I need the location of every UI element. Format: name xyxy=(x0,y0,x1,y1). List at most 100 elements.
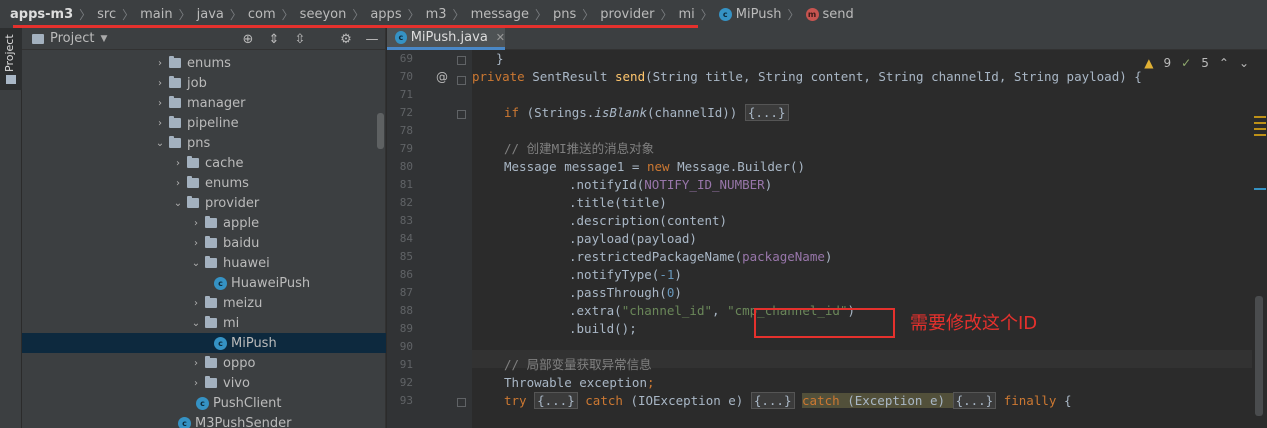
breadcrumb-label: java xyxy=(196,6,224,22)
breadcrumb-item[interactable]: provider xyxy=(600,7,654,22)
tree-item[interactable]: › oppo xyxy=(22,353,386,373)
tree-item[interactable]: ⌄ pns xyxy=(22,133,386,153)
project-tool-tab[interactable]: Project xyxy=(0,28,22,90)
tree-item[interactable]: c M3PushSender xyxy=(22,413,386,428)
breadcrumb-item[interactable]: src xyxy=(97,7,116,22)
folder-icon xyxy=(205,256,217,268)
breadcrumb-label: src xyxy=(97,6,117,22)
tree-item[interactable]: c HuaweiPush xyxy=(22,273,386,293)
code-line: Message message1 = new Message.Builder() xyxy=(504,159,806,174)
warning-marker[interactable] xyxy=(1254,122,1266,124)
scrollbar-thumb[interactable] xyxy=(1255,296,1263,416)
warning-marker[interactable] xyxy=(1254,116,1266,118)
tree-item[interactable]: › vivo xyxy=(22,373,386,393)
override-annotation-icon[interactable]: @ xyxy=(436,70,448,84)
code-area[interactable]: } private SentResult send(String title, … xyxy=(472,50,1252,428)
gear-icon[interactable]: ⚙ xyxy=(333,32,359,47)
tree-item[interactable]: › cache xyxy=(22,153,386,173)
chevron-down-icon[interactable]: ⌄ xyxy=(190,318,202,329)
breadcrumb-item[interactable]: pns xyxy=(553,7,576,22)
tree-item[interactable]: › job xyxy=(22,73,386,93)
tree-item-label: HuaweiPush xyxy=(231,275,311,291)
chevron-down-icon[interactable]: ⌄ xyxy=(172,198,184,209)
weak-warning-icon: ✓ xyxy=(1181,56,1192,70)
breadcrumb-item[interactable]: m send xyxy=(805,7,854,22)
breadcrumb-label: MiPush xyxy=(735,6,782,22)
line-number: 70 xyxy=(399,70,413,83)
chevron-down-icon[interactable]: ⌄ xyxy=(154,138,166,149)
breadcrumb-item[interactable]: mi xyxy=(678,7,694,22)
chevron-right-icon[interactable]: › xyxy=(154,98,166,109)
locate-icon[interactable]: ⊕ xyxy=(235,32,261,47)
folded-region[interactable]: {...} xyxy=(744,104,789,121)
tree-item[interactable]: ⌄ provider xyxy=(22,193,386,213)
breadcrumb-separator-icon: 〉 xyxy=(787,7,800,22)
chevron-right-icon[interactable]: › xyxy=(190,238,202,249)
fold-toggle-icon[interactable] xyxy=(457,56,466,65)
breadcrumb-item[interactable]: com xyxy=(248,7,276,22)
chevron-right-icon[interactable]: › xyxy=(190,378,202,389)
line-number: 84 xyxy=(399,232,413,245)
warning-marker[interactable] xyxy=(1254,134,1266,136)
breadcrumb-item[interactable]: apps-m3 xyxy=(10,7,73,22)
tree-item-label: provider xyxy=(205,195,260,211)
chevron-up-icon[interactable]: ⌃ xyxy=(1219,56,1229,70)
chevron-right-icon[interactable]: › xyxy=(154,78,166,89)
tree-item[interactable]: › pipeline xyxy=(22,113,386,133)
tree-item[interactable]: › apple xyxy=(22,213,386,233)
error-stripe[interactable] xyxy=(1252,58,1267,428)
tree-item[interactable]: ⌄ mi xyxy=(22,313,386,333)
chevron-right-icon[interactable]: › xyxy=(190,298,202,309)
line-number: 71 xyxy=(399,88,413,101)
project-panel-title[interactable]: Project xyxy=(50,31,94,46)
info-marker[interactable] xyxy=(1254,188,1266,190)
tree-item[interactable]: › baidu xyxy=(22,233,386,253)
minimize-icon[interactable]: — xyxy=(359,32,385,47)
collapse-all-icon[interactable]: ⇳ xyxy=(287,32,313,47)
breadcrumb-item[interactable]: m3 xyxy=(426,7,447,22)
chevron-right-icon[interactable]: › xyxy=(154,118,166,129)
chevron-down-icon[interactable]: ▼ xyxy=(100,34,107,44)
scrollbar-thumb[interactable] xyxy=(377,113,384,149)
tab-mipush-java[interactable]: c MiPush.java ✕ xyxy=(387,28,505,50)
folder-icon xyxy=(187,176,199,188)
tree-item[interactable]: › meizu xyxy=(22,293,386,313)
tree-item-label: M3PushSender xyxy=(195,415,292,428)
chevron-down-icon[interactable]: ⌄ xyxy=(190,258,202,269)
breadcrumb-label: com xyxy=(247,6,276,22)
chevron-right-icon[interactable]: › xyxy=(190,358,202,369)
chevron-right-icon[interactable]: › xyxy=(172,178,184,189)
folder-icon xyxy=(205,296,217,308)
tree-item[interactable]: c MiPush xyxy=(22,333,386,353)
tree-item[interactable]: › manager xyxy=(22,93,386,113)
tree-item-label: MiPush xyxy=(231,335,277,351)
breadcrumb-item[interactable]: java xyxy=(197,7,224,22)
inspection-widget[interactable]: ▲ 9 ✓ 5 ⌃ ⌄ xyxy=(1144,56,1249,70)
breadcrumb-item[interactable]: seeyon xyxy=(300,7,347,22)
fold-toggle-icon[interactable] xyxy=(457,110,466,119)
close-icon[interactable]: ✕ xyxy=(496,31,505,44)
tree-item[interactable]: ⌄ huawei xyxy=(22,253,386,273)
warning-marker[interactable] xyxy=(1254,128,1266,130)
expand-all-icon[interactable]: ⇕ xyxy=(261,32,287,47)
fold-toggle-icon[interactable] xyxy=(457,76,466,85)
chevron-down-icon[interactable]: ⌄ xyxy=(1239,56,1249,70)
folded-region[interactable]: {...} xyxy=(750,392,795,409)
tree-item[interactable]: › enums xyxy=(22,53,386,73)
folded-region[interactable]: {...} xyxy=(534,392,578,409)
tree-item[interactable]: › enums xyxy=(22,173,386,193)
tree-item-label: vivo xyxy=(223,375,250,391)
chevron-right-icon[interactable]: › xyxy=(172,158,184,169)
folder-icon xyxy=(205,356,217,368)
line-number: 82 xyxy=(399,196,413,209)
breadcrumb-item[interactable]: c MiPush xyxy=(718,6,782,22)
breadcrumb-item[interactable]: message xyxy=(471,7,529,22)
breadcrumb-item[interactable]: main xyxy=(140,7,172,22)
chevron-right-icon[interactable]: › xyxy=(190,218,202,229)
java-class-icon: c xyxy=(196,396,209,410)
folded-region[interactable]: {...} xyxy=(952,392,997,409)
chevron-right-icon[interactable]: › xyxy=(154,58,166,69)
fold-toggle-icon[interactable] xyxy=(457,398,466,407)
tree-item[interactable]: c PushClient xyxy=(22,393,386,413)
breadcrumb-item[interactable]: apps xyxy=(370,7,401,22)
